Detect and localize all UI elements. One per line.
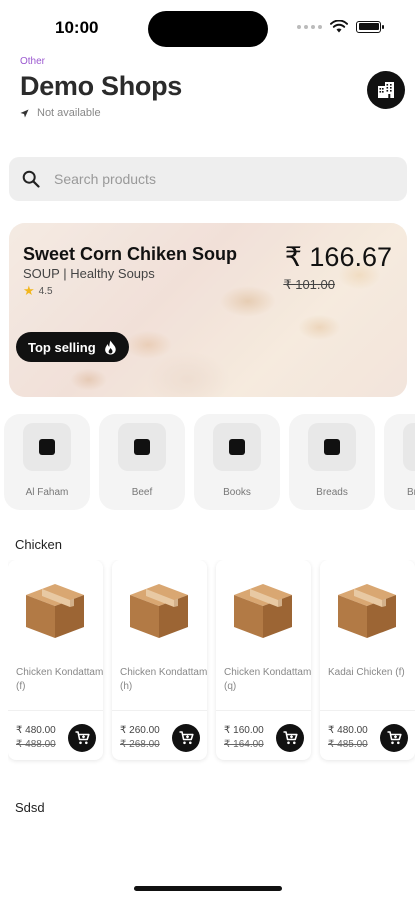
product-mrp: ₹ 164.00 bbox=[224, 739, 264, 750]
shop-header: Other Demo Shops Not available bbox=[20, 56, 405, 136]
product-price: ₹ 260.00 bbox=[120, 725, 160, 736]
product-mrp: ₹ 488.00 bbox=[16, 739, 56, 750]
product-name: Chicken Kondattam (f) bbox=[16, 667, 104, 692]
product-card[interactable]: Chicken Kondattam (f) ₹ 480.00 ₹ 488.00 bbox=[8, 560, 103, 760]
box-icon bbox=[234, 584, 292, 638]
shops-button[interactable] bbox=[367, 71, 405, 109]
wifi-icon bbox=[330, 20, 348, 33]
shop-category: Other bbox=[20, 56, 46, 67]
category-icon bbox=[403, 423, 415, 471]
product-name: Chicken Kondattam (h) bbox=[120, 667, 208, 692]
shop-title: Demo Shops bbox=[20, 71, 183, 101]
category-card[interactable]: Beef bbox=[99, 414, 185, 510]
category-label: Broasted bbox=[406, 487, 415, 498]
product-price: ₹ 160.00 bbox=[224, 725, 264, 736]
top-selling-badge[interactable]: Top selling bbox=[16, 332, 129, 362]
category-card[interactable]: Broasted bbox=[384, 414, 415, 510]
featured-rating: ★ 4.5 bbox=[23, 283, 53, 299]
featured-price: ₹ 166.67 bbox=[284, 242, 392, 272]
product-card[interactable]: Chicken Kondattam (h) ₹ 260.00 ₹ 268.00 bbox=[112, 560, 207, 760]
cart-icon bbox=[283, 731, 298, 745]
navigation-arrow-icon bbox=[20, 108, 29, 118]
product-name: Kadai Chicken (f) bbox=[328, 667, 405, 678]
status-bar: 10:00 bbox=[0, 0, 415, 56]
category-card[interactable]: Breads bbox=[289, 414, 375, 510]
product-mrp: ₹ 268.00 bbox=[120, 739, 160, 750]
category-list[interactable]: Al Faham Beef Books Breads Broasted bbox=[4, 414, 415, 512]
location-text: Not available bbox=[37, 107, 101, 119]
home-indicator[interactable] bbox=[134, 886, 282, 891]
box-icon bbox=[130, 584, 188, 638]
section-title-chicken: Chicken bbox=[15, 537, 62, 552]
cart-icon bbox=[179, 731, 194, 745]
product-card[interactable]: Chicken Kondattam (q) ₹ 160.00 ₹ 164.00 bbox=[216, 560, 311, 760]
top-selling-label: Top selling bbox=[28, 339, 96, 355]
product-card[interactable]: Kadai Chicken (f) ₹ 480.00 ₹ 485.00 bbox=[320, 560, 415, 760]
search-bar[interactable] bbox=[9, 157, 407, 201]
category-card[interactable]: Books bbox=[194, 414, 280, 510]
box-icon bbox=[26, 584, 84, 638]
dynamic-island bbox=[148, 11, 268, 47]
product-name: Chicken Kondattam (q) bbox=[224, 667, 312, 692]
product-price: ₹ 480.00 bbox=[16, 725, 56, 736]
category-label: Breads bbox=[316, 487, 348, 498]
category-icon bbox=[213, 423, 261, 471]
product-mrp: ₹ 485.00 bbox=[328, 739, 368, 750]
category-card[interactable]: Al Faham bbox=[4, 414, 90, 510]
add-to-cart-button[interactable] bbox=[172, 724, 200, 752]
location-row[interactable]: Not available bbox=[20, 107, 405, 119]
star-icon: ★ bbox=[23, 283, 35, 298]
building-icon bbox=[378, 82, 394, 98]
featured-product-category: SOUP | Healthy Soups bbox=[23, 266, 155, 281]
featured-banner[interactable]: Sweet Corn Chiken Soup SOUP | Healthy So… bbox=[9, 223, 407, 397]
section-title-sdsd: Sdsd bbox=[15, 800, 45, 815]
fire-icon bbox=[104, 340, 116, 354]
product-list[interactable]: Chicken Kondattam (f) ₹ 480.00 ₹ 488.00 bbox=[8, 560, 415, 765]
cart-icon bbox=[75, 731, 90, 745]
search-input[interactable] bbox=[54, 171, 354, 187]
add-to-cart-button[interactable] bbox=[68, 724, 96, 752]
featured-old-price: ₹ 101.00 bbox=[283, 277, 335, 292]
category-label: Beef bbox=[131, 487, 153, 498]
status-time: 10:00 bbox=[55, 18, 99, 37]
category-icon bbox=[308, 423, 356, 471]
add-to-cart-button[interactable] bbox=[276, 724, 304, 752]
category-icon bbox=[23, 423, 71, 471]
signal-icon bbox=[297, 24, 322, 29]
rating-value: 4.5 bbox=[38, 285, 53, 297]
category-icon bbox=[118, 423, 166, 471]
category-label: Books bbox=[223, 487, 251, 498]
add-to-cart-button[interactable] bbox=[380, 724, 408, 752]
category-label: Al Faham bbox=[25, 487, 69, 498]
search-icon bbox=[22, 170, 40, 188]
cart-icon bbox=[387, 731, 402, 745]
status-icons bbox=[297, 20, 384, 33]
product-price: ₹ 480.00 bbox=[328, 725, 368, 736]
battery-icon bbox=[356, 20, 384, 33]
box-icon bbox=[338, 584, 396, 638]
featured-product-name: Sweet Corn Chiken Soup bbox=[23, 244, 238, 264]
